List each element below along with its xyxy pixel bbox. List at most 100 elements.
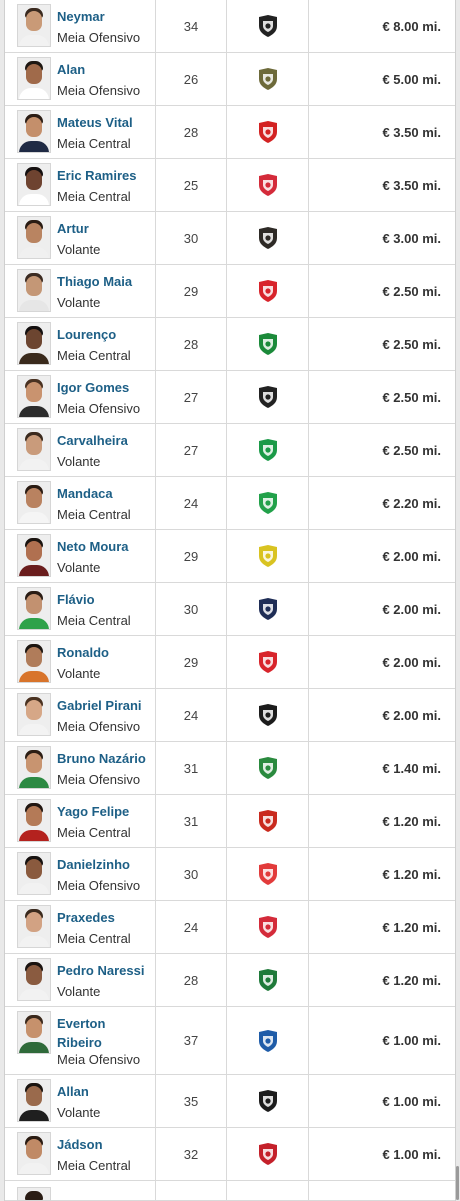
player-photo[interactable] — [17, 905, 51, 948]
player-name-link[interactable]: Igor Gomes — [57, 378, 153, 397]
player-cell: Neto Moura Volante — [5, 530, 156, 582]
table-row: Lourenço Meia Central 28 € 2.50 mi. — [5, 318, 455, 371]
player-position: Meia Central — [57, 613, 131, 628]
goias-crest-icon[interactable] — [257, 332, 279, 356]
red-bull-crest-icon[interactable] — [257, 173, 279, 197]
player-age: 28 — [156, 318, 227, 370]
winged-crest-icon[interactable] — [257, 67, 279, 91]
player-name-link[interactable]: Mandaca — [57, 484, 153, 503]
player-name-link[interactable]: Allan — [57, 1082, 153, 1101]
player-photo[interactable] — [17, 746, 51, 789]
red-bull-crest-icon[interactable] — [257, 915, 279, 939]
chapecoense-crest-icon[interactable] — [257, 438, 279, 462]
player-photo[interactable] — [17, 1079, 51, 1122]
player-photo[interactable] — [17, 163, 51, 206]
player-cell: Danielzinho Meia Ofensivo — [5, 848, 156, 900]
table-row: Allan Volante 35 € 1.00 mi. — [5, 1075, 455, 1128]
player-name-link[interactable]: Bruno Nazário — [57, 749, 153, 768]
table-row: Mandaca Meia Central 24 € 2.20 mi. — [5, 477, 455, 530]
player-photo[interactable] — [17, 269, 51, 312]
player-position: Meia Ofensivo — [57, 401, 141, 416]
player-photo[interactable] — [17, 852, 51, 895]
player-position: Meia Ofensivo — [57, 30, 141, 45]
scrollbar[interactable] — [456, 1166, 459, 1200]
club-cell — [227, 689, 309, 741]
player-age: 30 — [156, 212, 227, 264]
player-photo[interactable] — [17, 375, 51, 418]
player-position: Volante — [57, 295, 101, 310]
market-value: € 2.50 mi. — [382, 442, 441, 458]
crb-crest-icon[interactable] — [257, 862, 279, 886]
player-name-link[interactable]: Eric Ramires — [57, 166, 153, 185]
player-name-link[interactable]: Alan — [57, 60, 153, 79]
club-cell — [227, 636, 309, 688]
player-name-link[interactable]: Thiago Maia — [57, 272, 153, 291]
america-crest-icon[interactable] — [257, 756, 279, 780]
santos-crest-icon[interactable] — [257, 14, 279, 38]
player-photo[interactable] — [17, 1132, 51, 1175]
player-cell: Bruno Nazário Meia Ofensivo — [5, 742, 156, 794]
player-name-link[interactable]: Pedro Naressi — [57, 961, 153, 980]
market-value: € 2.00 mi. — [382, 601, 441, 617]
player-age: 30 — [156, 583, 227, 635]
club-cell — [227, 530, 309, 582]
player-cell — [5, 1181, 156, 1201]
player-name-link[interactable]: Neto Moura — [57, 537, 153, 556]
player-photo[interactable] — [17, 216, 51, 259]
player-name-link[interactable]: Yago Felipe — [57, 802, 153, 821]
player-photo[interactable] — [17, 428, 51, 471]
player-cell: Jádson Meia Central — [5, 1128, 156, 1180]
player-cell: Mandaca Meia Central — [5, 477, 156, 529]
bahia-crest-icon[interactable] — [257, 1029, 279, 1053]
player-photo[interactable] — [17, 322, 51, 365]
player-name-link[interactable]: Neymar — [57, 7, 153, 26]
botafogo-crest-icon[interactable] — [257, 1089, 279, 1113]
dark-crest-icon[interactable] — [257, 226, 279, 250]
club-cell — [227, 318, 309, 370]
player-name-link[interactable]: Ronaldo — [57, 643, 153, 662]
dc-united-crest-icon[interactable] — [257, 703, 279, 727]
market-value: € 3.00 mi. — [382, 230, 441, 246]
player-name-link[interactable]: Carvalheira — [57, 431, 153, 450]
atletico-mg-crest-icon[interactable] — [257, 385, 279, 409]
player-photo[interactable] — [17, 640, 51, 683]
player-photo[interactable] — [17, 481, 51, 524]
player-name-link[interactable]: Danielzinho — [57, 855, 153, 874]
player-photo[interactable] — [17, 4, 51, 47]
mirassol-crest-icon[interactable] — [257, 544, 279, 568]
player-photo[interactable] — [17, 693, 51, 736]
athletico-pr-crest-icon[interactable] — [257, 1142, 279, 1166]
player-photo[interactable] — [17, 958, 51, 1001]
player-name-link[interactable]: Praxedes — [57, 908, 153, 927]
player-name-link[interactable]: Mateus Vital — [57, 113, 153, 132]
internacional-crest-icon[interactable] — [257, 650, 279, 674]
player-name-link[interactable]: Jádson — [57, 1135, 153, 1154]
player-name-link[interactable]: Everton Ribeiro — [57, 1014, 153, 1052]
player-photo[interactable] — [17, 1011, 51, 1054]
table-row: Bruno Nazário Meia Ofensivo 31 € 1.40 mi. — [5, 742, 455, 795]
table-row: Praxedes Meia Central 24 € 1.20 mi. — [5, 901, 455, 954]
green-crest-icon[interactable] — [257, 968, 279, 992]
player-photo[interactable] — [17, 799, 51, 842]
player-name-link[interactable]: Lourenço — [57, 325, 153, 344]
player-age: 24 — [156, 901, 227, 953]
player-position: Meia Central — [57, 348, 131, 363]
player-name-link[interactable]: Artur — [57, 219, 153, 238]
player-photo[interactable] — [17, 110, 51, 153]
juventude-crest-icon[interactable] — [257, 491, 279, 515]
player-name-link[interactable]: Gabriel Pirani — [57, 696, 153, 715]
market-value: € 2.00 mi. — [382, 548, 441, 564]
player-photo[interactable] — [17, 57, 51, 100]
club-cell — [227, 477, 309, 529]
novorizontino-crest-icon[interactable] — [257, 597, 279, 621]
player-photo[interactable] — [17, 587, 51, 630]
red-crest-icon[interactable] — [257, 120, 279, 144]
player-name-link[interactable]: Flávio — [57, 590, 153, 609]
player-age: 35 — [156, 1075, 227, 1127]
player-photo[interactable] — [17, 1187, 51, 1201]
sport-crest-icon[interactable] — [257, 809, 279, 833]
player-position: Meia Ofensivo — [57, 83, 141, 98]
player-photo[interactable] — [17, 534, 51, 577]
internacional-crest-icon[interactable] — [257, 279, 279, 303]
table-row: Everton Ribeiro Meia Ofensivo 37 € 1.00 mi. — [5, 1007, 455, 1075]
